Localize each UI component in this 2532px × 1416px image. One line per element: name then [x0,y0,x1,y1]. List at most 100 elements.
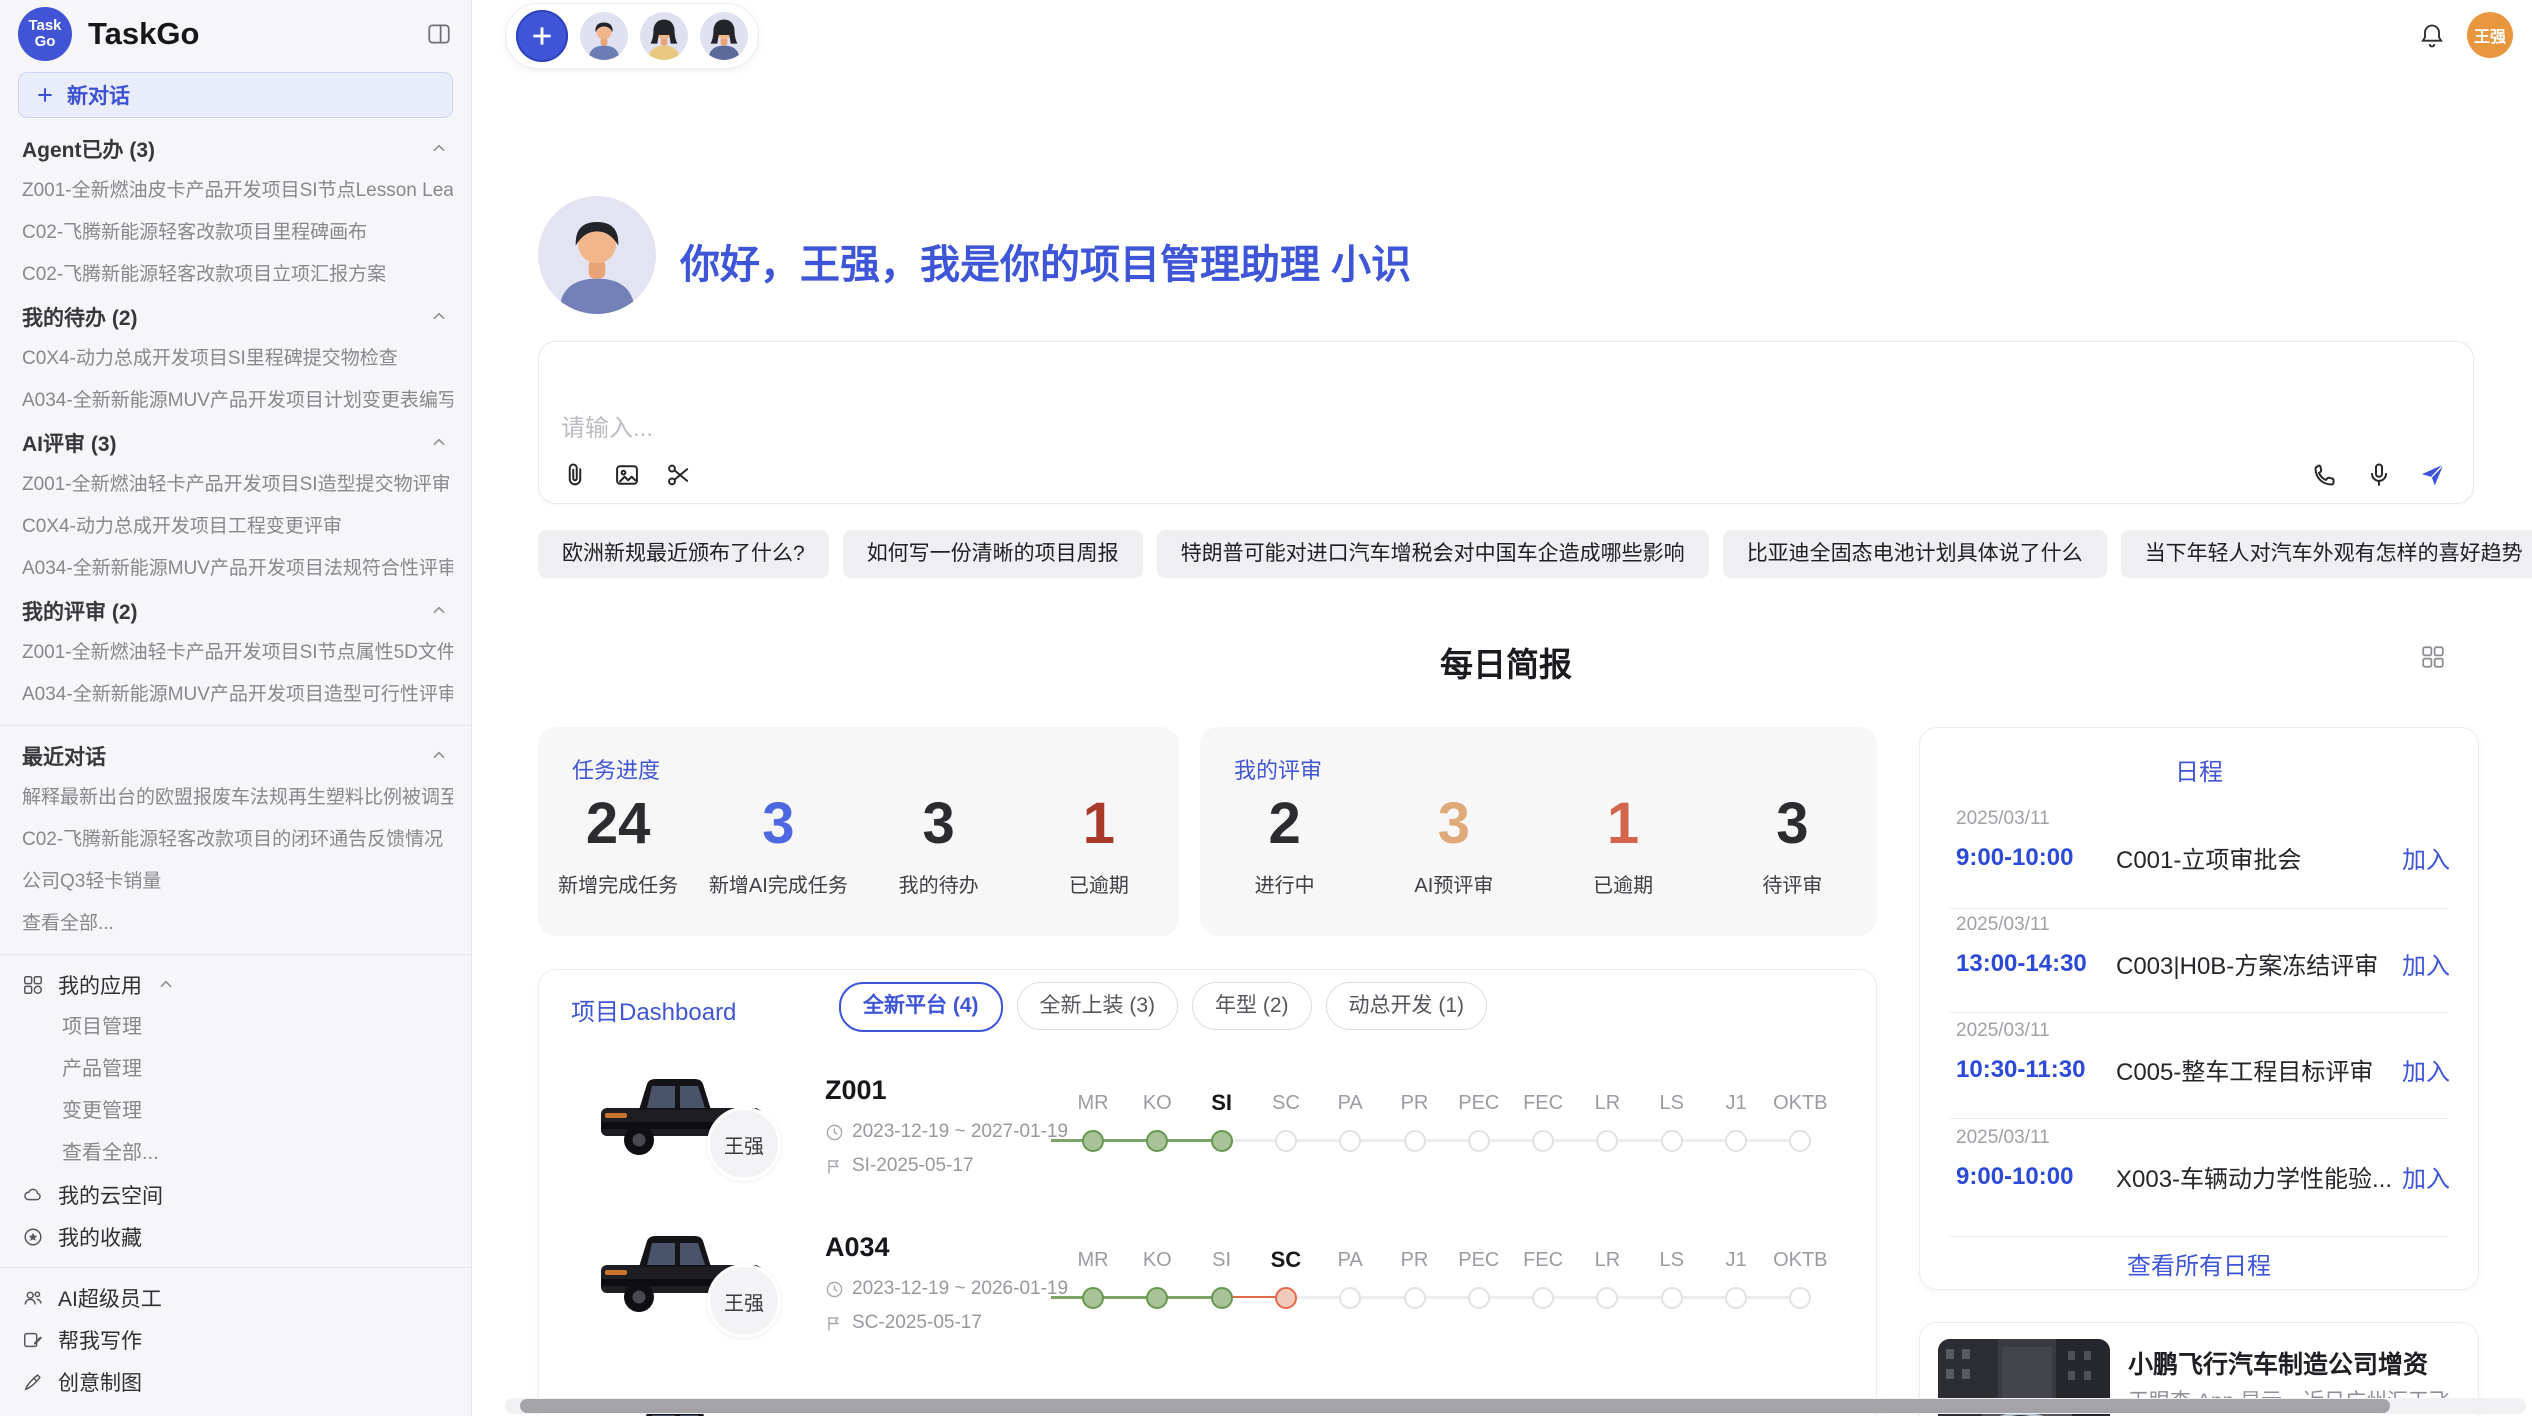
layout-grid-icon[interactable] [2420,644,2446,670]
sidebar-task-item[interactable]: A034-全新新能源MUV产品开发项目法规符合性评审 [18,548,453,590]
sidebar-section-header[interactable]: 我的待办 (2) [18,296,453,338]
milestone-dot[interactable] [1146,1130,1168,1152]
milestone-dot[interactable] [1404,1130,1426,1152]
sidebar-section-header[interactable]: 我的评审 (2) [18,590,453,632]
new-chat-button[interactable]: 新对话 [18,72,453,118]
dashboard-filter-chip[interactable]: 年型 (2) [1192,982,1312,1030]
app-sub-item[interactable]: 变更管理 [18,1090,453,1132]
milestone-dot[interactable] [1146,1287,1168,1309]
sidebar-task-item[interactable]: C0X4-动力总成开发项目工程变更评审 [18,506,453,548]
milestone-dot[interactable] [1275,1287,1297,1309]
sidebar-task-item[interactable]: A034-全新新能源MUV产品开发项目计划变更表编写 [18,380,453,422]
sidebar-task-item[interactable]: C02-飞腾新能源轻客改款项目里程碑画布 [18,212,453,254]
sidebar-section-header[interactable]: AI评审 (3) [18,422,453,464]
milestone-dot[interactable] [1468,1130,1490,1152]
milestone-dot[interactable] [1082,1287,1104,1309]
app-sub-item[interactable]: 项目管理 [18,1006,453,1048]
milestone-dot[interactable] [1789,1130,1811,1152]
image-icon[interactable] [613,461,641,489]
chevron-up-icon[interactable] [429,601,449,621]
milestone-dot[interactable] [1082,1130,1104,1152]
event-join-link[interactable]: 加入 [2402,1052,2450,1087]
chevron-up-icon[interactable] [429,746,449,766]
milestone-label: LS [1637,1246,1707,1274]
milestone-dot[interactable] [1596,1130,1618,1152]
milestone-dot[interactable] [1339,1287,1361,1309]
horizontal-scrollbar-thumb[interactable] [520,1399,2390,1413]
sidebar-item-my-apps[interactable]: 我的应用 [18,964,453,1006]
sidebar-collapse-icon[interactable] [425,20,453,48]
phone-call-icon[interactable] [2311,461,2339,489]
user-avatar[interactable]: 王强 [2467,12,2513,58]
project-code[interactable]: A034 [825,1232,890,1263]
apps-view-all-link[interactable]: 查看全部... [18,1132,453,1174]
sidebar-recent-item[interactable]: 解释最新出台的欧盟报废车法规再生塑料比例被调至15%... [18,777,453,819]
dashboard-filter-chip[interactable]: 全新平台 (4) [839,982,1003,1032]
sidebar-recent-item[interactable]: 公司Q3轻卡销量 [18,861,453,903]
event-name: C005-整车工程目标评审 [2116,1052,2402,1087]
notifications-bell-icon[interactable] [2418,22,2446,50]
milestone-dot[interactable] [1725,1287,1747,1309]
project-code[interactable]: Z001 [825,1075,887,1106]
dashboard-filter-chip[interactable]: 动总开发 (1) [1326,982,1488,1030]
sidebar-recent-section: 最近对话解释最新出台的欧盟报废车法规再生塑料比例被调至15%...C02-飞腾新… [18,735,453,945]
sidebar-recent-header[interactable]: 最近对话 [18,735,453,777]
sidebar-section-header[interactable]: Agent已办 (3) [18,128,453,170]
microphone-icon[interactable] [2365,461,2393,489]
sidebar-task-item[interactable]: Z001-全新燃油皮卡产品开发项目SI节点Lesson Learn报告 [18,170,453,212]
milestone-dot[interactable] [1789,1287,1811,1309]
milestone-dot[interactable] [1661,1287,1683,1309]
milestone-dot[interactable] [1532,1287,1554,1309]
sidebar-item-ai-staff[interactable]: AI超级员工 [18,1277,453,1319]
view-all-schedule-link[interactable]: 查看所有日程 [1920,1246,2478,1281]
milestone-dot[interactable] [1339,1130,1361,1152]
send-icon[interactable] [2419,461,2447,489]
sidebar-task-item[interactable]: C02-飞腾新能源轻客改款项目立项汇报方案 [18,254,453,296]
event-join-link[interactable]: 加入 [2402,1159,2450,1194]
sidebar-item-cloud-space[interactable]: 我的云空间 [18,1174,453,1216]
scissors-icon[interactable] [665,461,693,489]
agent-avatar[interactable] [580,12,628,60]
chat-input-box[interactable]: 请输入... [538,341,2474,504]
suggestion-chip[interactable]: 当下年轻人对汽车外观有怎样的喜好趋势 [2121,530,2532,578]
sidebar-task-item[interactable]: A034-全新新能源MUV产品开发项目造型可行性评审 [18,674,453,716]
suggestion-chip[interactable]: 比亚迪全固态电池计划具体说了什么 [1723,530,2107,578]
sidebar-task-item[interactable]: Z001-全新燃油轻卡产品开发项目SI造型提交物评审 [18,464,453,506]
sidebar-item-favorites[interactable]: 我的收藏 [18,1216,453,1258]
milestone-dot[interactable] [1661,1130,1683,1152]
sidebar-recent-item[interactable]: C02-飞腾新能源轻客改款项目的闭环通告反馈情况 [18,819,453,861]
sidebar-apps-section: 我的应用项目管理产品管理变更管理查看全部...我的云空间我的收藏 [18,964,453,1258]
event-join-link[interactable]: 加入 [2402,946,2450,981]
sidebar-item-help-write[interactable]: 帮我写作 [18,1319,453,1361]
chevron-up-icon[interactable] [429,307,449,327]
milestone-dot[interactable] [1404,1287,1426,1309]
milestone-label: PA [1315,1246,1385,1274]
add-agent-button[interactable] [516,10,568,62]
sidebar-task-item[interactable]: Z001-全新燃油轻卡产品开发项目SI节点属性5D文件评审 [18,632,453,674]
suggestion-chip[interactable]: 欧洲新规最近颁布了什么? [538,530,829,578]
chevron-up-icon[interactable] [156,975,176,995]
sidebar-tools-section: AI超级员工帮我写作创意制图 [18,1277,453,1403]
chevron-up-icon[interactable] [429,433,449,453]
chevron-up-icon[interactable] [429,139,449,159]
suggestion-chip[interactable]: 如何写一份清晰的项目周报 [843,530,1143,578]
recent-view-all-link[interactable]: 查看全部... [18,903,453,945]
milestone-label: SC [1251,1089,1321,1117]
event-join-link[interactable]: 加入 [2402,840,2450,875]
dashboard-filter-chip[interactable]: 全新上装 (3) [1017,982,1179,1030]
milestone-dot[interactable] [1532,1130,1554,1152]
milestone-dot[interactable] [1275,1130,1297,1152]
agent-avatar[interactable] [640,12,688,60]
milestone-dot[interactable] [1596,1287,1618,1309]
milestone-label: FEC [1508,1246,1578,1274]
suggestion-chip[interactable]: 特朗普可能对进口汽车增税会对中国车企造成哪些影响 [1157,530,1709,578]
milestone-dot[interactable] [1725,1130,1747,1152]
milestone-dot[interactable] [1468,1287,1490,1309]
agent-avatar[interactable] [700,12,748,60]
milestone-dot[interactable] [1211,1130,1233,1152]
milestone-dot[interactable] [1211,1287,1233,1309]
sidebar-task-item[interactable]: C0X4-动力总成开发项目SI里程碑提交物检查 [18,338,453,380]
app-sub-item[interactable]: 产品管理 [18,1048,453,1090]
sidebar-item-creative-draw[interactable]: 创意制图 [18,1361,453,1403]
attachment-icon[interactable] [561,461,589,489]
